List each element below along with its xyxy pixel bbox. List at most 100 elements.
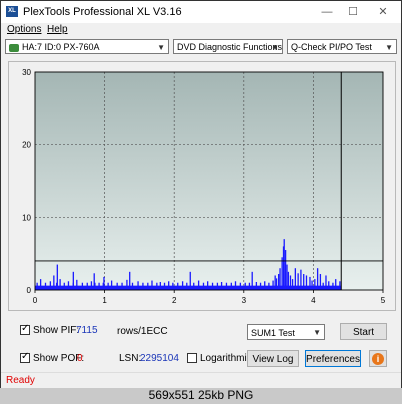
lsn-value: 2295104 bbox=[140, 353, 179, 364]
data-bar bbox=[264, 281, 266, 290]
checkbox-unchecked-icon[interactable] bbox=[187, 353, 197, 363]
data-bar bbox=[189, 271, 191, 290]
title-bar: XL PlexTools Professional XL V3.16 — ☐ ✕ bbox=[1, 1, 401, 23]
data-bar bbox=[294, 268, 297, 290]
x-tick-label: 4 bbox=[311, 296, 316, 305]
data-bar bbox=[39, 279, 42, 290]
start-button[interactable]: Start bbox=[340, 323, 387, 340]
data-bar bbox=[289, 275, 292, 290]
data-bar bbox=[300, 269, 302, 290]
data-bar bbox=[287, 271, 290, 290]
checkbox-checked-icon[interactable] bbox=[20, 351, 30, 363]
sum-select[interactable]: SUM1 Test ▼ bbox=[247, 324, 325, 340]
data-bar bbox=[255, 282, 258, 290]
data-bar bbox=[207, 281, 209, 290]
data-bar bbox=[305, 275, 308, 290]
chart-panel: 0 1 2 3 4 5 0 10 20 30 bbox=[8, 61, 396, 311]
data-bar bbox=[177, 282, 179, 290]
chevron-down-icon: ▼ bbox=[385, 43, 393, 52]
data-bar bbox=[151, 280, 153, 290]
drive-select[interactable]: HA:7 ID:0 PX-760A ▼ bbox=[5, 39, 169, 54]
test-select-value: Q-Check PI/PO Test bbox=[291, 42, 372, 52]
data-bar bbox=[53, 275, 55, 290]
x-tick-label: 3 bbox=[242, 296, 247, 305]
data-bar bbox=[220, 282, 223, 290]
menu-help[interactable]: Help bbox=[47, 24, 68, 35]
function-select[interactable]: DVD Diagnostic Functions ▼ bbox=[173, 39, 283, 54]
data-bar bbox=[93, 273, 95, 290]
window-title: PlexTools Professional XL V3.16 bbox=[23, 6, 182, 18]
data-bar bbox=[283, 239, 285, 290]
logarithmic-label: Logarithmic bbox=[200, 353, 252, 364]
y-tick-label: 0 bbox=[27, 286, 32, 295]
chevron-down-icon: ▼ bbox=[313, 328, 321, 337]
data-bar bbox=[230, 282, 232, 290]
data-bar bbox=[36, 282, 38, 290]
chevron-down-icon: ▼ bbox=[157, 43, 165, 52]
x-tick-label: 5 bbox=[381, 296, 386, 305]
data-bar bbox=[193, 282, 195, 290]
view-log-button[interactable]: View Log bbox=[247, 350, 299, 367]
info-button[interactable]: i bbox=[369, 350, 387, 367]
data-bar bbox=[67, 281, 70, 290]
data-bar bbox=[63, 282, 65, 290]
preferences-button[interactable]: Preferences bbox=[305, 350, 361, 367]
data-bar bbox=[314, 279, 316, 290]
data-bar bbox=[309, 276, 311, 290]
data-bar bbox=[275, 278, 278, 290]
sum-select-value: SUM1 Test bbox=[251, 328, 295, 338]
data-bar bbox=[197, 280, 200, 290]
y-tick-label: 30 bbox=[22, 68, 31, 77]
data-bar bbox=[297, 273, 299, 290]
data-bar bbox=[163, 282, 166, 290]
data-bar bbox=[202, 282, 205, 290]
data-bar bbox=[81, 282, 84, 290]
info-icon: i bbox=[372, 353, 384, 365]
logarithmic-checkbox[interactable]: Logarithmic bbox=[187, 353, 252, 364]
data-bar bbox=[328, 281, 330, 290]
minimize-icon[interactable]: — bbox=[319, 4, 335, 20]
status-text: Ready bbox=[6, 375, 35, 386]
app-icon: XL bbox=[6, 6, 18, 17]
data-bar bbox=[216, 282, 219, 290]
data-bar bbox=[156, 282, 158, 290]
data-bar bbox=[332, 282, 334, 290]
data-bar bbox=[244, 282, 246, 290]
pif-value: 7115 bbox=[76, 325, 98, 336]
data-bar bbox=[239, 282, 242, 290]
data-bar bbox=[168, 281, 170, 290]
menu-options[interactable]: Options bbox=[7, 24, 41, 35]
show-pif-checkbox[interactable]: Show PIF: bbox=[20, 323, 80, 336]
data-bar bbox=[281, 257, 283, 290]
data-bar bbox=[181, 281, 184, 290]
data-bar bbox=[56, 264, 58, 290]
maximize-icon[interactable]: ☐ bbox=[345, 4, 361, 20]
data-bar bbox=[291, 279, 294, 290]
data-bar bbox=[72, 271, 74, 290]
data-bar bbox=[98, 282, 100, 290]
close-icon[interactable]: ✕ bbox=[375, 4, 391, 20]
show-pof-checkbox[interactable]: Show POF: bbox=[20, 351, 84, 364]
data-bar bbox=[49, 281, 52, 290]
chevron-down-icon: ▼ bbox=[271, 43, 279, 52]
data-bar bbox=[142, 282, 144, 290]
pof-value: 0 bbox=[77, 353, 83, 364]
main-window: XL PlexTools Professional XL V3.16 — ☐ ✕… bbox=[0, 0, 402, 388]
x-tick-label: 1 bbox=[102, 296, 107, 305]
data-bar bbox=[274, 275, 276, 290]
data-bar bbox=[268, 282, 270, 290]
data-bar bbox=[90, 281, 93, 290]
show-pif-label: Show PIF: bbox=[33, 325, 80, 336]
checkbox-checked-icon[interactable] bbox=[20, 323, 30, 335]
data-bar bbox=[278, 274, 280, 290]
data-bar bbox=[131, 282, 134, 290]
y-tick-label: 10 bbox=[22, 213, 31, 222]
data-bar bbox=[279, 268, 281, 290]
data-bar bbox=[59, 279, 61, 290]
data-bar bbox=[76, 279, 78, 290]
data-bar bbox=[286, 264, 288, 290]
x-tick-label: 0 bbox=[33, 296, 38, 305]
data-bar bbox=[129, 271, 131, 290]
test-select[interactable]: Q-Check PI/PO Test ▼ bbox=[287, 39, 397, 54]
data-bar bbox=[121, 282, 123, 290]
